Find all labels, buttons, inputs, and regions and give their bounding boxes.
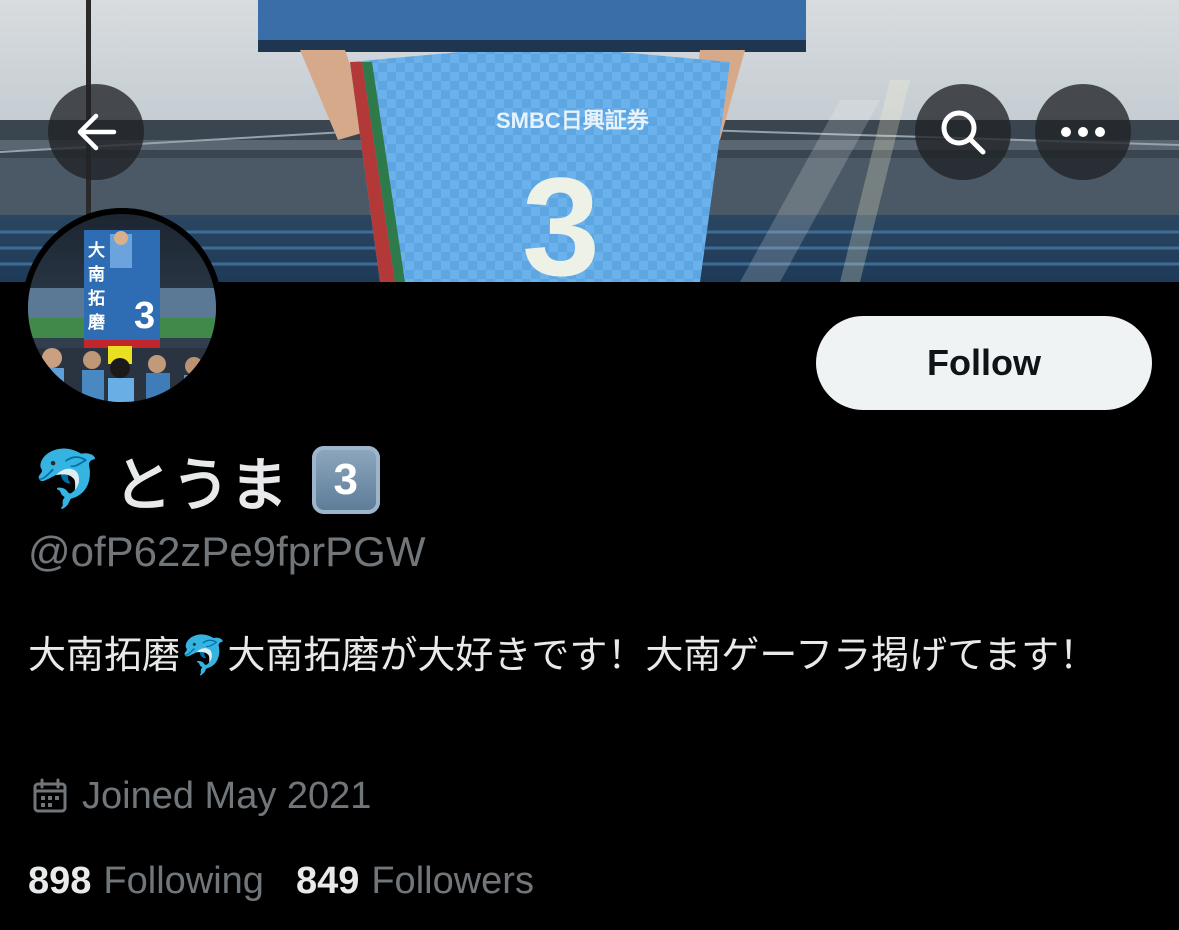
joined-date: Joined May 2021: [32, 770, 371, 822]
following-count: 898: [28, 859, 92, 902]
back-button[interactable]: [48, 84, 144, 180]
more-icon: [1061, 127, 1105, 137]
joined-text: Joined May 2021: [82, 774, 372, 817]
bio-text-part1: 大南拓磨: [28, 633, 181, 677]
avatar-flag-number: 3: [134, 295, 155, 337]
avatar-flag-name-2: 南: [88, 264, 105, 285]
back-arrow-icon: [77, 113, 117, 151]
avatar-flag-name-3: 拓: [88, 289, 105, 309]
keycap-badge: 3: [311, 446, 380, 514]
followers-label: Followers: [371, 859, 534, 902]
more-options-button[interactable]: [1035, 84, 1131, 180]
jersey-number-text: 3: [522, 148, 600, 282]
avatar-flag-name-4: 磨: [88, 312, 106, 333]
following-label: Following: [103, 859, 264, 902]
avatar-flag-name-1: 大: [88, 240, 105, 261]
avatar[interactable]: 大 南 拓 磨 3: [22, 208, 222, 408]
bio-text-part2: 大南拓磨が大好きです！大南ゲーフラ掲げてます！: [227, 633, 1098, 677]
search-button[interactable]: [915, 84, 1011, 180]
display-name: 🐬 とうま 3: [32, 440, 380, 520]
followers-count: 849: [295, 859, 360, 902]
profile-bio: 大南拓磨🐬大南拓磨が大好きです！大南ゲーフラ掲げてます！: [28, 626, 1158, 684]
user-handle: @ofP62zPe9fprPGW: [28, 528, 426, 575]
calendar-icon: [33, 778, 67, 813]
follow-button[interactable]: Follow: [816, 316, 1152, 410]
following-link[interactable]: 898 Following: [28, 860, 264, 903]
follow-stats: 898 Following 849 Followers: [28, 856, 534, 906]
dolphin-icon: 🐬: [32, 447, 102, 512]
followers-link[interactable]: 849 Followers: [296, 860, 534, 903]
avatar-photo: 大 南 拓 磨 3: [22, 208, 222, 408]
display-name-text: とうま: [113, 451, 288, 519]
jersey-sponsor-text: SMBC日興証券: [496, 108, 650, 133]
bio-dolphin-icon: 🐬: [180, 633, 228, 677]
search-icon: [941, 110, 986, 155]
